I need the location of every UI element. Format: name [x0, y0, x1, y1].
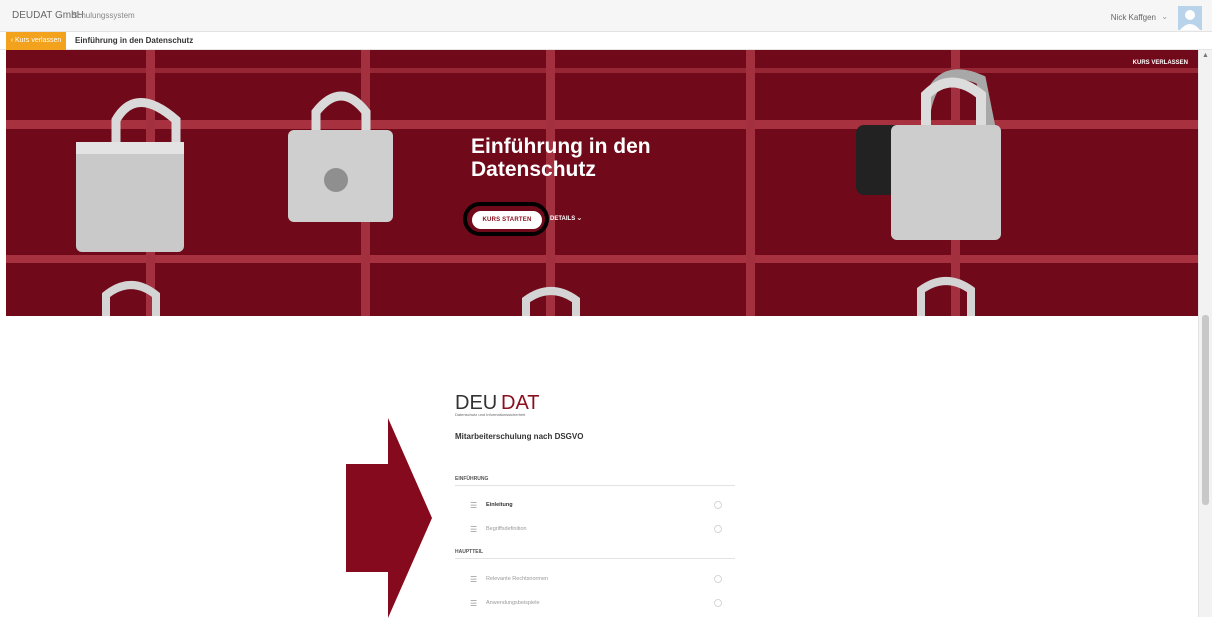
status-circle-icon	[714, 575, 722, 583]
course-subtitle: Mitarbeiterschulung nach DSGVO	[455, 432, 584, 441]
lesson-lines-icon: ☰	[470, 525, 478, 534]
lesson-label: Relevante Rechtsnormen	[486, 576, 549, 582]
lesson-label: Begriffsdefinition	[486, 526, 527, 532]
lesson-item[interactable]: ☰ Begriffsdefinition	[470, 524, 722, 536]
course-bar: ‹ Kurs verlassen Einführung in den Daten…	[0, 32, 1212, 50]
section-heading: HAUPTTEIL	[455, 549, 484, 555]
details-toggle[interactable]: DETAILS	[550, 216, 575, 222]
course-hero: Einführung in den Datenschutz KURS START…	[6, 50, 1198, 316]
leave-course-button[interactable]: ‹ Kurs verlassen	[6, 32, 66, 50]
lesson-lines-icon: ☰	[470, 599, 478, 608]
lesson-label: Anwendungsbeispiele	[486, 600, 540, 606]
user-menu-caret-icon[interactable]: ⌄	[1161, 12, 1168, 21]
status-circle-icon	[714, 501, 722, 509]
logo-tagline: Datenschutz und Informationssicherheit	[455, 412, 526, 417]
page-scrollbar[interactable]: ▲	[1198, 50, 1212, 617]
lesson-lines-icon: ☰	[470, 575, 478, 584]
course-title: Einführung in den Datenschutz	[75, 36, 194, 45]
section-divider	[455, 558, 735, 559]
hero-leave-course-link[interactable]: KURS VERLASSEN	[1133, 60, 1188, 66]
lesson-label: Einleitung	[486, 502, 513, 508]
top-navigation-bar: DEUDAT GmbH Schulungssystem Nick Kaffgen…	[0, 0, 1212, 32]
scroll-thumb[interactable]	[1202, 315, 1209, 505]
user-menu[interactable]: Nick Kaffgen	[1111, 13, 1156, 22]
scroll-up-icon[interactable]: ▲	[1202, 52, 1209, 59]
deudat-logo: DEU DAT	[455, 392, 540, 412]
user-avatar-icon[interactable]	[1178, 6, 1202, 30]
lesson-lines-icon: ☰	[470, 501, 478, 510]
hero-course-title: Einführung in den Datenschutz	[471, 135, 651, 181]
section-divider	[455, 485, 735, 486]
svg-text:DEU: DEU	[455, 392, 497, 412]
status-circle-icon	[714, 525, 722, 533]
arrow-right-icon	[346, 418, 432, 618]
chevron-down-icon[interactable]: ⌄	[576, 213, 583, 222]
lesson-item[interactable]: ☰ Relevante Rechtsnormen	[470, 574, 722, 586]
svg-text:DAT: DAT	[501, 392, 540, 412]
lesson-item[interactable]: ☰ Einleitung	[470, 500, 722, 512]
lesson-item[interactable]: ☰ Anwendungsbeispiele	[470, 598, 722, 610]
section-heading: EINFÜHRUNG	[455, 476, 489, 482]
padlock-background-image	[6, 50, 1198, 316]
start-button-highlight	[463, 202, 549, 236]
status-circle-icon	[714, 599, 722, 607]
portal-name[interactable]: Schulungssystem	[72, 11, 135, 20]
